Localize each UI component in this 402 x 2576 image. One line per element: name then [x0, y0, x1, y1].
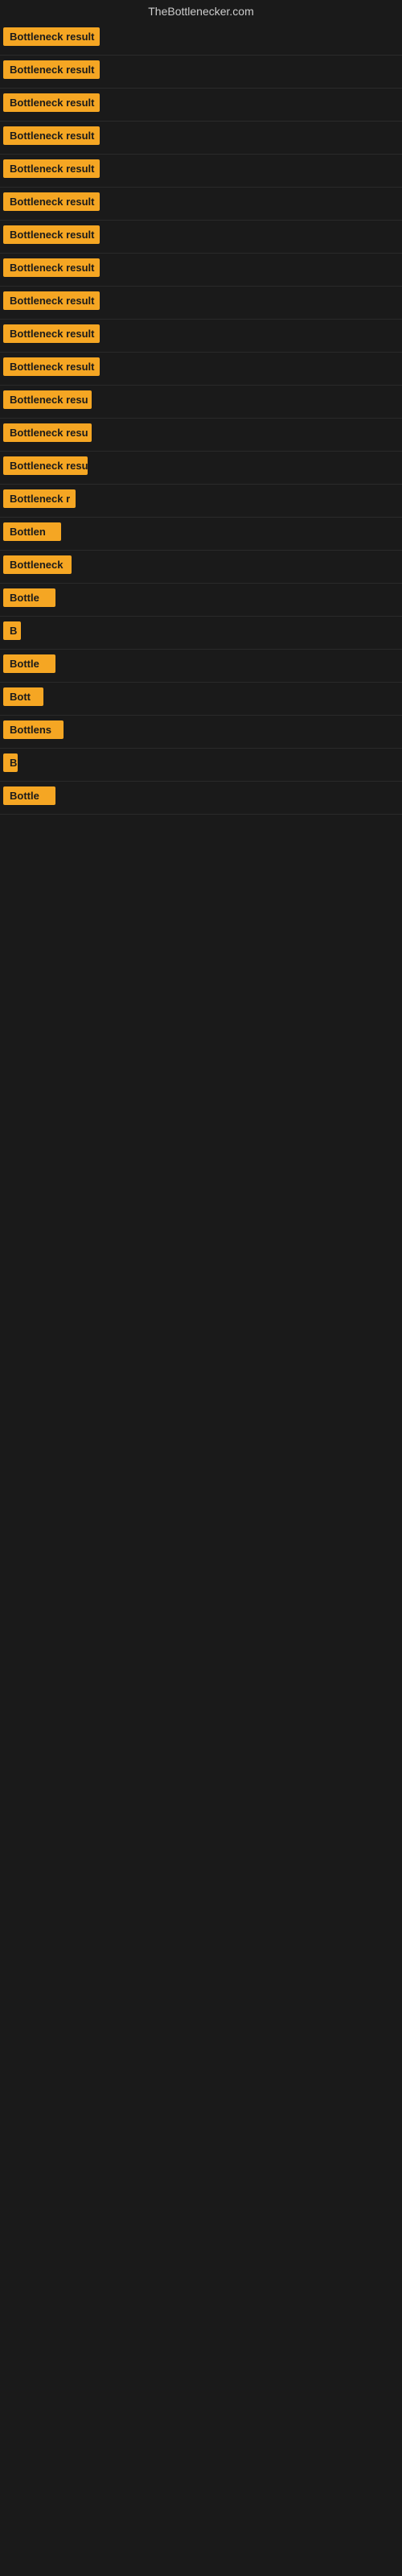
bottleneck-badge[interactable]: B — [3, 753, 18, 772]
bottleneck-badge[interactable]: Bottleneck resu — [3, 390, 92, 409]
bottleneck-badge[interactable]: Bottleneck result — [3, 258, 100, 277]
bottleneck-badge[interactable]: Bottleneck result — [3, 324, 100, 343]
bottleneck-badge[interactable]: Bottleneck result — [3, 126, 100, 145]
result-row: Bottle — [0, 650, 402, 683]
result-row: Bottleneck result — [0, 320, 402, 353]
bottleneck-badge[interactable]: Bottle — [3, 786, 55, 805]
result-row: Bottleneck resu — [0, 419, 402, 452]
result-row: Bottleneck resu — [0, 452, 402, 485]
bottleneck-badge[interactable]: Bottleneck result — [3, 159, 100, 178]
result-row: Bottlen — [0, 518, 402, 551]
result-row: Bottleneck result — [0, 221, 402, 254]
bottleneck-badge[interactable]: Bottleneck result — [3, 225, 100, 244]
result-row: Bottleneck — [0, 551, 402, 584]
bottleneck-badge[interactable]: Bottleneck result — [3, 27, 100, 46]
result-row: Bottleneck r — [0, 485, 402, 518]
result-row: Bottle — [0, 584, 402, 617]
result-row: Bott — [0, 683, 402, 716]
result-row: Bottleneck result — [0, 89, 402, 122]
bottleneck-badge[interactable]: Bott — [3, 687, 43, 706]
bottleneck-badge[interactable]: B — [3, 621, 21, 640]
result-row: Bottleneck resu — [0, 386, 402, 419]
bottleneck-badge[interactable]: Bottleneck result — [3, 357, 100, 376]
bottleneck-badge[interactable]: Bottleneck r — [3, 489, 76, 508]
result-row: B — [0, 617, 402, 650]
result-row: Bottlens — [0, 716, 402, 749]
bottleneck-badge[interactable]: Bottleneck result — [3, 93, 100, 112]
bottleneck-badge[interactable]: Bottleneck result — [3, 60, 100, 79]
bottleneck-badge[interactable]: Bottlens — [3, 720, 64, 739]
bottleneck-badge[interactable]: Bottleneck resu — [3, 423, 92, 442]
bottleneck-badge[interactable]: Bottle — [3, 588, 55, 607]
bottleneck-badge[interactable]: Bottleneck result — [3, 192, 100, 211]
result-row: Bottleneck result — [0, 188, 402, 221]
result-row: Bottleneck result — [0, 122, 402, 155]
result-row: Bottle — [0, 782, 402, 815]
bottleneck-badge[interactable]: Bottleneck resu — [3, 456, 88, 475]
bottleneck-badge[interactable]: Bottle — [3, 654, 55, 673]
result-row: Bottleneck result — [0, 287, 402, 320]
bottleneck-badge[interactable]: Bottlen — [3, 522, 61, 541]
bottleneck-badge[interactable]: Bottleneck result — [3, 291, 100, 310]
bottleneck-badge[interactable]: Bottleneck — [3, 555, 72, 574]
result-row: Bottleneck result — [0, 23, 402, 56]
result-row: Bottleneck result — [0, 56, 402, 89]
site-title: TheBottlenecker.com — [0, 0, 402, 23]
result-row: Bottleneck result — [0, 353, 402, 386]
result-row: B — [0, 749, 402, 782]
result-row: Bottleneck result — [0, 254, 402, 287]
result-row: Bottleneck result — [0, 155, 402, 188]
